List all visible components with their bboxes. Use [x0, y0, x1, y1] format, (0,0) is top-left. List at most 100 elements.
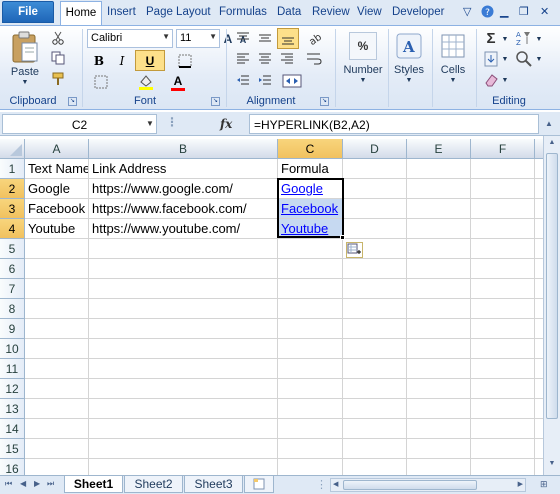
- grow-font-button[interactable]: A: [223, 30, 233, 47]
- empty-cell[interactable]: [25, 459, 89, 475]
- empty-cell[interactable]: [407, 299, 471, 319]
- empty-cell[interactable]: [471, 379, 535, 399]
- empty-cell[interactable]: [407, 159, 471, 179]
- fill-handle[interactable]: [340, 235, 345, 240]
- row-header[interactable]: 3: [0, 199, 25, 219]
- row-header[interactable]: 7: [0, 279, 25, 299]
- sheet-tab-sheet3[interactable]: Sheet3: [184, 476, 243, 493]
- formula-input[interactable]: =HYPERLINK(B2,A2): [249, 114, 539, 134]
- cell-c2-hyperlink[interactable]: Google: [278, 179, 343, 199]
- empty-cell[interactable]: [471, 459, 535, 475]
- tab-review[interactable]: Review: [312, 4, 350, 22]
- row-header[interactable]: 13: [0, 399, 25, 419]
- cell-b4[interactable]: https://www.youtube.com/: [89, 219, 278, 239]
- tab-home[interactable]: Home: [60, 1, 102, 25]
- fill-color-icon[interactable]: [136, 73, 156, 91]
- empty-cell[interactable]: [535, 319, 543, 339]
- empty-cell[interactable]: [278, 359, 343, 379]
- tab-formulas[interactable]: Formulas: [219, 4, 267, 22]
- empty-cell[interactable]: [343, 299, 407, 319]
- empty-cell[interactable]: [343, 199, 407, 219]
- empty-cell[interactable]: [89, 239, 278, 259]
- orientation-icon[interactable]: ab: [304, 29, 324, 47]
- align-top-icon[interactable]: [234, 29, 252, 47]
- empty-cell[interactable]: [278, 319, 343, 339]
- empty-cell[interactable]: [89, 459, 278, 475]
- empty-cell[interactable]: [535, 199, 543, 219]
- window-restore-icon[interactable]: ❐: [519, 5, 529, 18]
- clipboard-launcher-icon[interactable]: ↘: [68, 97, 77, 106]
- align-middle-icon[interactable]: [256, 29, 274, 47]
- sheet-options-icon[interactable]: ⊞: [540, 479, 548, 490]
- insert-function-icon[interactable]: fx: [220, 117, 232, 131]
- empty-cell[interactable]: [25, 419, 89, 439]
- row-header[interactable]: 12: [0, 379, 25, 399]
- empty-cell[interactable]: [407, 259, 471, 279]
- bold-button[interactable]: B: [91, 52, 107, 70]
- font-size-combo[interactable]: 11 ▼: [176, 29, 220, 48]
- column-header-a[interactable]: A: [25, 139, 89, 159]
- row-header[interactable]: 10: [0, 339, 25, 359]
- sheet-tab-sheet2[interactable]: Sheet2: [124, 476, 183, 493]
- empty-cell[interactable]: [407, 279, 471, 299]
- font-launcher-icon[interactable]: ↘: [211, 97, 220, 106]
- empty-cell[interactable]: [407, 239, 471, 259]
- tab-file[interactable]: File: [2, 1, 54, 23]
- empty-cell[interactable]: [343, 459, 407, 475]
- cell-c1[interactable]: Formula: [278, 159, 343, 179]
- empty-cell[interactable]: [89, 399, 278, 419]
- empty-cell[interactable]: [471, 339, 535, 359]
- cell-b1[interactable]: Link Address: [89, 159, 278, 179]
- scroll-up-icon[interactable]: ▲: [546, 139, 558, 151]
- font-name-combo[interactable]: Calibri ▼: [87, 29, 173, 48]
- worksheet-grid[interactable]: A B C D E F 1 2 3 4 5 6 7 8 9 10 11 12 1…: [0, 139, 543, 475]
- empty-cell[interactable]: [407, 439, 471, 459]
- italic-button[interactable]: I: [114, 52, 130, 70]
- last-sheet-icon[interactable]: ⏭: [47, 479, 54, 489]
- empty-cell[interactable]: [471, 299, 535, 319]
- cells-icon[interactable]: [438, 31, 468, 61]
- empty-cell[interactable]: [535, 439, 543, 459]
- sheet-tab-sheet1[interactable]: Sheet1: [64, 476, 123, 493]
- empty-cell[interactable]: [407, 179, 471, 199]
- decrease-indent-icon[interactable]: [234, 72, 252, 90]
- empty-cell[interactable]: [25, 319, 89, 339]
- window-minimize-icon[interactable]: ▁: [500, 5, 508, 18]
- tab-page-layout[interactable]: Page Layout: [146, 4, 211, 22]
- empty-cell[interactable]: [25, 299, 89, 319]
- empty-cell[interactable]: [471, 179, 535, 199]
- empty-cell[interactable]: [407, 219, 471, 239]
- empty-cell[interactable]: [89, 379, 278, 399]
- cut-icon[interactable]: [50, 30, 66, 46]
- cell-a4[interactable]: Youtube: [25, 219, 89, 239]
- empty-cell[interactable]: [535, 299, 543, 319]
- border-dropdown-icon[interactable]: [91, 73, 111, 91]
- empty-cell[interactable]: [471, 199, 535, 219]
- minimize-ribbon-icon[interactable]: ▽: [463, 5, 471, 18]
- column-header-f[interactable]: F: [471, 139, 535, 159]
- empty-cell[interactable]: [343, 259, 407, 279]
- vertical-scrollbar[interactable]: ▲ ▼: [543, 136, 560, 475]
- row-header[interactable]: 16: [0, 459, 25, 475]
- tab-developer[interactable]: Developer: [392, 4, 444, 22]
- empty-cell[interactable]: [89, 259, 278, 279]
- scroll-down-icon[interactable]: ▼: [546, 460, 558, 472]
- row-header[interactable]: 15: [0, 439, 25, 459]
- align-left-icon[interactable]: [234, 50, 252, 68]
- empty-cell[interactable]: [25, 399, 89, 419]
- empty-cell[interactable]: [89, 419, 278, 439]
- empty-cell[interactable]: [471, 279, 535, 299]
- empty-cell[interactable]: [343, 179, 407, 199]
- empty-cell[interactable]: [89, 339, 278, 359]
- row-header[interactable]: 8: [0, 299, 25, 319]
- increase-indent-icon[interactable]: [256, 72, 274, 90]
- empty-cell[interactable]: [343, 339, 407, 359]
- column-header-c[interactable]: C: [278, 139, 343, 159]
- empty-cell[interactable]: [278, 379, 343, 399]
- empty-cell[interactable]: [535, 159, 543, 179]
- merge-center-icon[interactable]: [280, 72, 304, 90]
- empty-cell[interactable]: [89, 439, 278, 459]
- empty-cell[interactable]: [535, 419, 543, 439]
- empty-cell[interactable]: [407, 199, 471, 219]
- paste-icon[interactable]: [8, 29, 42, 65]
